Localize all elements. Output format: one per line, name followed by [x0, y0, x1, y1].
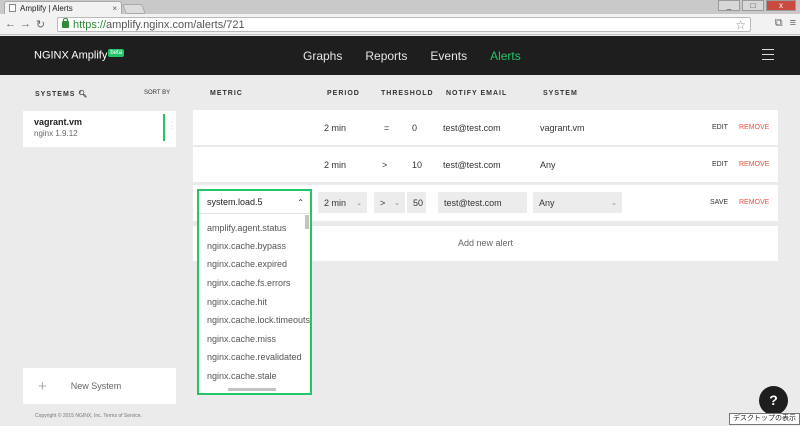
email-input[interactable]: test@test.com [438, 192, 527, 213]
forward-icon[interactable]: → [18, 18, 33, 30]
hamburger-menu-icon[interactable] [762, 49, 774, 60]
address-bar[interactable]: https://amplify.nginx.com/alerts/721 ☆ [57, 17, 751, 32]
beta-badge: beta [108, 49, 125, 57]
chevron-up-icon: ⌃ [297, 198, 304, 207]
save-button[interactable]: SAVE [710, 199, 728, 206]
search-icon[interactable]: 🔍︎ [78, 91, 88, 98]
app-header: NGINX Amplify beta Graphs Reports Events … [0, 36, 800, 75]
remove-button[interactable]: REMOVE [739, 199, 769, 206]
browser-toolbar: ← → ↻ https://amplify.nginx.com/alerts/7… [0, 14, 800, 35]
chevron-down-icon: ⌄ [356, 199, 362, 207]
metric-option[interactable]: nginx.cache.miss [207, 334, 276, 344]
toolbar-icons: ⧉ ≡ [775, 17, 796, 30]
alert-system: Any [540, 160, 556, 170]
header-notify-email: NOTIFY EMAIL [446, 90, 508, 97]
logo[interactable]: NGINX Amplify beta [34, 49, 125, 62]
new-system-label: New System [70, 381, 122, 391]
metric-dropdown[interactable]: system.load.5 ⌃ amplify.agent.status ngi… [197, 189, 312, 395]
alert-operator: > [382, 160, 388, 170]
nav-events[interactable]: Events [430, 49, 467, 63]
url-text: https://amplify.nginx.com/alerts/721 [73, 18, 245, 31]
minimize-button[interactable]: _ [718, 0, 740, 11]
systems-header[interactable]: SYSTEMS 🔍︎ [35, 90, 88, 98]
help-button[interactable]: ? [759, 386, 788, 415]
dropdown-scrollbar[interactable] [305, 215, 309, 229]
metric-option[interactable]: nginx.cache.revalidated [207, 352, 302, 362]
metric-option[interactable]: nginx.cache.lock.timeouts [207, 315, 310, 325]
system-version: nginx 1.9.12 [34, 129, 78, 138]
metric-option[interactable]: nginx.cache.stale [207, 371, 277, 381]
nav-graphs[interactable]: Graphs [303, 49, 342, 63]
menu-icon[interactable]: ≡ [790, 17, 796, 30]
remove-button[interactable]: REMOVE [739, 124, 769, 131]
alert-period: 2 min [324, 123, 347, 133]
metric-option[interactable]: nginx.cache.hit [207, 297, 267, 307]
threshold-input[interactable]: 50 [407, 192, 426, 213]
reload-icon[interactable]: ↻ [33, 18, 48, 31]
browser-tabstrip: Amplify | Alerts × _ □ x [0, 0, 800, 14]
operator-select[interactable]: > ⌄ [374, 192, 405, 213]
system-name: vagrant.vm [34, 117, 83, 127]
header-period: PERIOD [327, 90, 360, 97]
lock-icon [62, 18, 69, 28]
chevron-down-icon: ⌄ [394, 199, 400, 207]
tab-close-icon[interactable]: × [112, 4, 117, 13]
alert-email: test@test.com [443, 160, 501, 170]
system-status-bar [163, 114, 165, 141]
chevron-down-icon: ⌄ [611, 199, 617, 207]
edit-button[interactable]: EDIT [712, 161, 728, 168]
back-icon[interactable]: ← [3, 18, 18, 30]
system-select[interactable]: Any ⌄ [533, 192, 622, 213]
alert-row: 2 min = 0 test@test.com vagrant.vm EDIT … [193, 110, 778, 145]
translate-icon[interactable]: ⧉ [775, 17, 783, 30]
alert-threshold: 0 [412, 123, 418, 133]
browser-tab[interactable]: Amplify | Alerts × [4, 1, 122, 14]
metric-option[interactable]: amplify.agent.status [207, 223, 286, 233]
close-window-button[interactable]: x [766, 0, 796, 11]
nav-reports[interactable]: Reports [365, 49, 407, 63]
plus-icon: + [38, 377, 47, 395]
main-nav: Graphs Reports Events Alerts [303, 49, 521, 63]
remove-button[interactable]: REMOVE [739, 161, 769, 168]
system-card[interactable]: vagrant.vm nginx 1.9.12 · · · [23, 111, 176, 147]
copyright: Copyright © 2015 NGINX, Inc. Terms of Se… [35, 413, 142, 419]
new-system-button[interactable]: + New System [23, 368, 176, 404]
more-options-icon[interactable]: · · · [171, 120, 173, 132]
alert-period: 2 min [324, 160, 347, 170]
metric-option[interactable]: nginx.cache.bypass [207, 241, 286, 251]
metric-select[interactable]: system.load.5 ⌃ [199, 191, 310, 214]
desktop-tooltip: デスクトップの表示 [729, 413, 800, 425]
metric-option[interactable]: nginx.cache.expired [207, 259, 287, 269]
sort-by-button[interactable]: SORT BY [144, 90, 170, 96]
new-tab-button[interactable] [122, 4, 146, 14]
page-icon [9, 4, 16, 12]
alert-threshold: 10 [412, 160, 423, 170]
tab-title: Amplify | Alerts [20, 3, 73, 13]
nav-alerts[interactable]: Alerts [490, 49, 521, 63]
metric-option[interactable]: nginx.cache.fs.errors [207, 278, 291, 288]
period-select[interactable]: 2 min ⌄ [318, 192, 367, 213]
bookmark-star-icon[interactable]: ☆ [735, 18, 746, 32]
header-threshold: THRESHOLD [381, 90, 434, 97]
alert-row: 2 min > 10 test@test.com Any EDIT REMOVE [193, 147, 778, 182]
alert-operator: = [384, 123, 390, 133]
edit-button[interactable]: EDIT [712, 124, 728, 131]
header-system: SYSTEM [543, 90, 578, 97]
alert-system: vagrant.vm [540, 123, 585, 133]
header-metric: METRIC [210, 90, 243, 97]
window-controls: _ □ x [718, 0, 796, 11]
alert-email: test@test.com [443, 123, 501, 133]
dropdown-hscrollbar[interactable] [228, 388, 276, 391]
maximize-button[interactable]: □ [742, 0, 764, 11]
